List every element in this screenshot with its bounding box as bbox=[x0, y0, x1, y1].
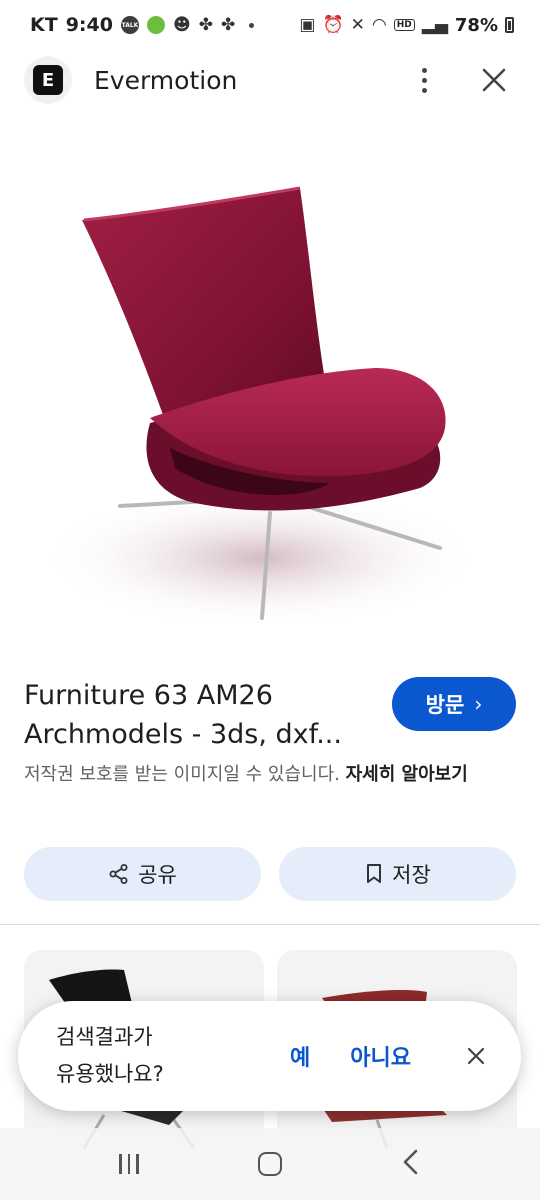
feedback-close-button[interactable] bbox=[461, 1041, 491, 1071]
carrier-label: KT bbox=[30, 14, 58, 36]
save-button[interactable]: 저장 bbox=[279, 847, 516, 901]
copyright-notice: 저작권 보호를 받는 이미지일 수 있습니다. 자세히 알아보기 bbox=[24, 760, 514, 790]
evermotion-logo-icon: E bbox=[33, 65, 63, 95]
result-title[interactable]: Furniture 63 AM26 Archmodels - 3ds, dxf.… bbox=[24, 676, 374, 754]
face-icon: ☻ bbox=[172, 15, 191, 35]
feedback-yes-button[interactable]: 예 bbox=[290, 1040, 310, 1072]
feedback-question: 검색결과가 유용했나요? bbox=[56, 1019, 256, 1093]
back-icon bbox=[403, 1149, 417, 1175]
clock: 9:40 bbox=[65, 14, 113, 36]
recent-apps-icon bbox=[127, 1154, 131, 1174]
kakaotalk-icon: TALK bbox=[120, 16, 139, 34]
home-button[interactable] bbox=[257, 1152, 282, 1176]
recent-apps-icon bbox=[119, 1154, 122, 1174]
bookmark-icon bbox=[367, 864, 382, 883]
status-right: ▣ ⏰ ✕ ◠ HD ▂▄ 78% bbox=[299, 15, 514, 36]
battery-icon bbox=[505, 17, 514, 33]
status-left: KT 9:40 TALK ☻ ✤ ✤ bbox=[30, 14, 255, 36]
visit-label: 방문 bbox=[425, 693, 465, 717]
pinwheel-icon: ✤ bbox=[198, 15, 213, 35]
more-options-button[interactable] bbox=[402, 58, 446, 102]
chair-image bbox=[40, 186, 480, 628]
alarm-icon: ⏰ bbox=[322, 15, 344, 35]
feedback-card: 검색결과가 유용했나요? 예 아니요 bbox=[18, 1001, 521, 1111]
feedback-question-line2: 유용했나요? bbox=[56, 1062, 164, 1086]
battery-percent: 78% bbox=[454, 14, 498, 36]
close-button[interactable] bbox=[472, 58, 516, 102]
mute-icon: ✕ bbox=[350, 15, 365, 35]
more-dot-icon bbox=[421, 87, 427, 93]
recent-apps-button[interactable] bbox=[119, 1154, 139, 1174]
close-icon bbox=[482, 68, 506, 92]
signal-icon: ▂▄ bbox=[421, 15, 448, 35]
visit-button[interactable]: 방문 › bbox=[392, 677, 516, 731]
result-image[interactable] bbox=[0, 118, 540, 658]
action-row: 공유 저장 bbox=[24, 847, 516, 901]
pinwheel-icon-2: ✤ bbox=[220, 15, 236, 35]
site-name[interactable]: Evermotion bbox=[94, 66, 402, 95]
more-notifications-dot bbox=[249, 22, 255, 28]
app-header: E Evermotion bbox=[0, 50, 540, 110]
lock-icon: ▣ bbox=[299, 15, 316, 35]
wifi-icon: ◠ bbox=[371, 15, 387, 35]
share-button[interactable]: 공유 bbox=[24, 847, 261, 901]
app-notification-icon bbox=[146, 16, 165, 34]
result-title-line2: Archmodels - 3ds, dxf... bbox=[24, 719, 342, 750]
close-icon bbox=[467, 1047, 485, 1065]
hd-voice-icon: HD bbox=[393, 19, 415, 31]
share-label: 공유 bbox=[138, 863, 177, 887]
site-logo[interactable]: E bbox=[24, 56, 72, 104]
status-bar: KT 9:40 TALK ☻ ✤ ✤ ▣ ⏰ ✕ ◠ HD ▂▄ 78% bbox=[0, 0, 540, 50]
more-dot-icon bbox=[421, 77, 427, 83]
result-title-line1: Furniture 63 AM26 bbox=[24, 680, 273, 711]
more-dot-icon bbox=[421, 67, 427, 73]
feedback-no-button[interactable]: 아니요 bbox=[350, 1040, 411, 1072]
back-button[interactable] bbox=[401, 1148, 421, 1180]
divider bbox=[0, 924, 540, 925]
share-icon bbox=[109, 864, 128, 884]
learn-more-link[interactable]: 자세히 알아보기 bbox=[346, 764, 468, 785]
system-nav-bar bbox=[0, 1128, 540, 1200]
save-label: 저장 bbox=[392, 863, 431, 887]
copyright-text: 저작권 보호를 받는 이미지일 수 있습니다. bbox=[24, 764, 340, 785]
chevron-right-icon: › bbox=[474, 692, 483, 716]
recent-apps-icon bbox=[136, 1154, 139, 1174]
feedback-question-line1: 검색결과가 bbox=[56, 1025, 153, 1049]
